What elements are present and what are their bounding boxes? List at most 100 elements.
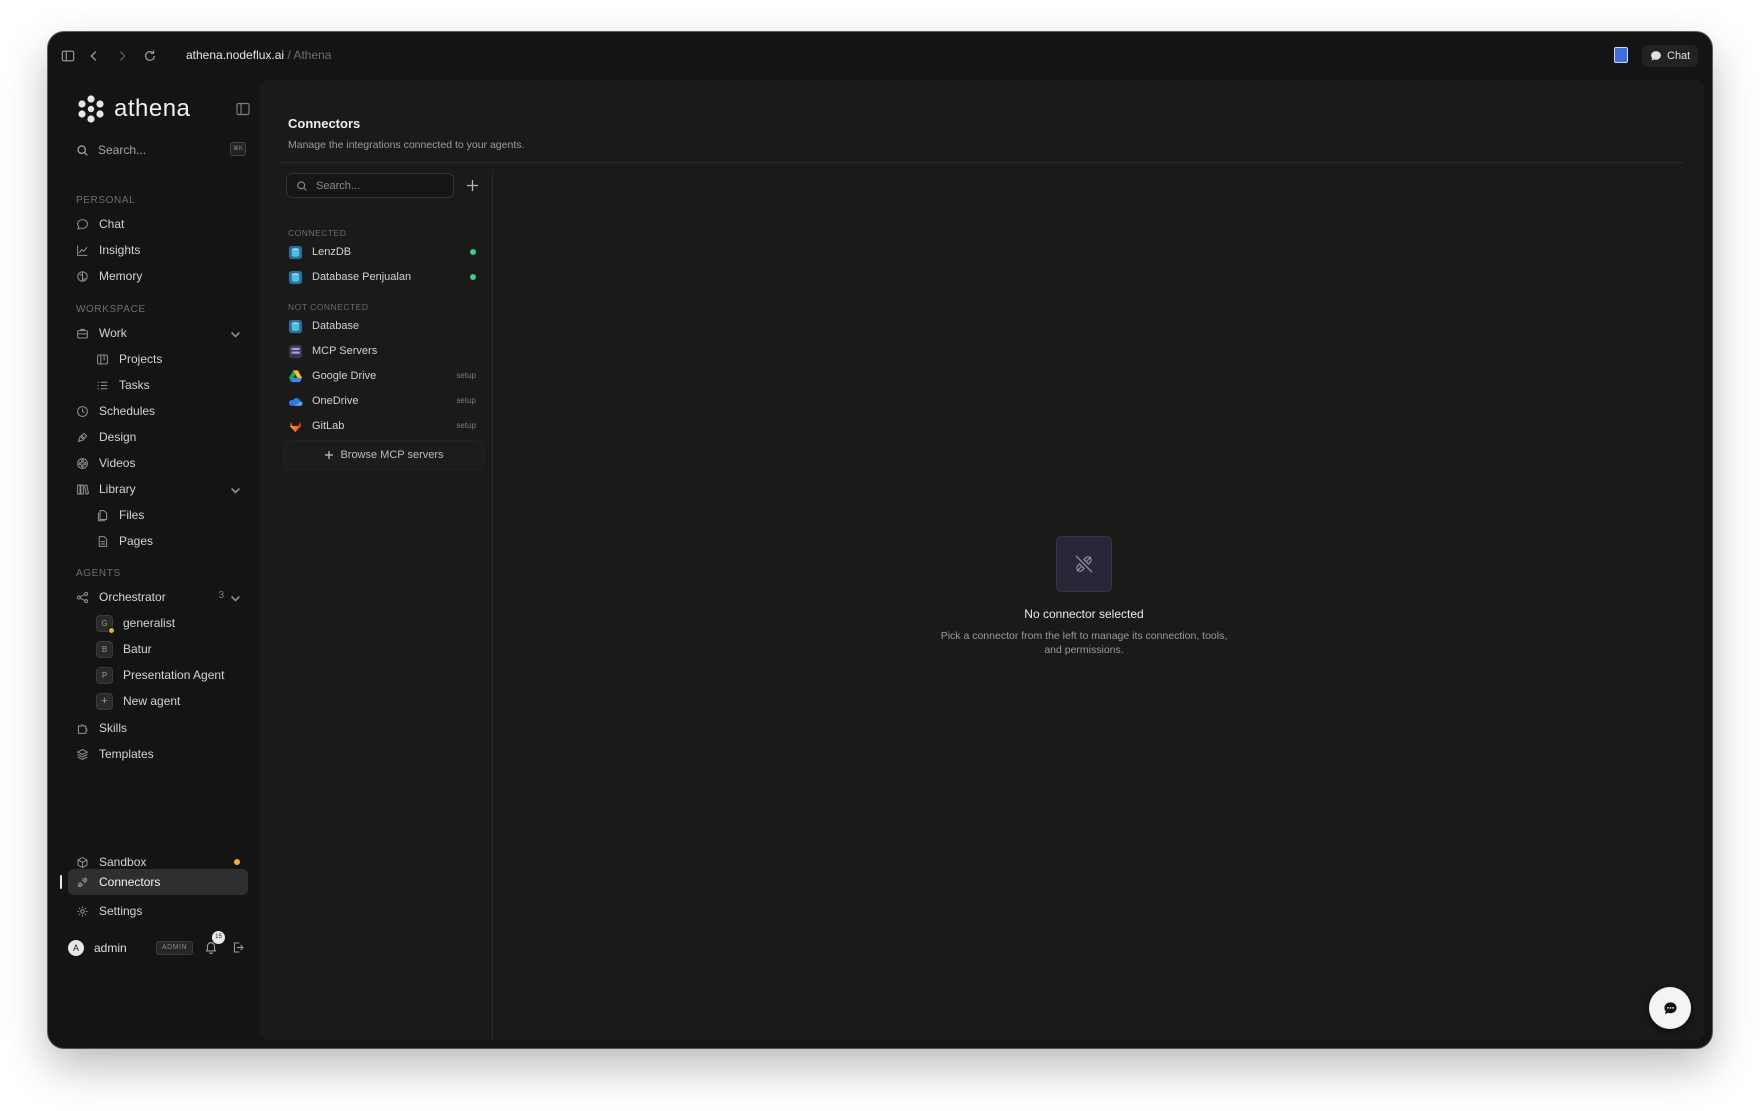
back-icon[interactable] (84, 46, 104, 66)
floating-chat-button[interactable] (1649, 987, 1691, 1029)
sidebar-item-label: Settings (99, 904, 143, 918)
empty-state-description: Pick a connector from the left to manage… (940, 630, 1228, 656)
notification-count: 15 (212, 931, 225, 944)
sidebar-item-label: Library (99, 482, 136, 496)
new-agent-label: New agent (123, 694, 181, 708)
library-icon (77, 483, 89, 495)
agent-status-dot (108, 626, 115, 634)
task-list-icon (97, 381, 108, 389)
network-icon (76, 591, 89, 603)
connector-item-gitlab[interactable]: GitLab setup (284, 414, 484, 438)
sidebar-item-chat[interactable]: Chat (68, 211, 248, 237)
sidebar-item-tasks[interactable]: Tasks (88, 372, 248, 398)
not-connected-section-label: NOT CONNECTED (288, 302, 369, 312)
connector-label: OneDrive (312, 395, 359, 407)
sidebar-item-pages[interactable]: Pages (88, 528, 248, 554)
connector-search-input[interactable]: Search... (286, 173, 454, 198)
extension-icon[interactable] (1614, 47, 1628, 63)
sidebar-search[interactable]: Search... ⌘K (76, 138, 246, 162)
agent-item-label: generalist (123, 616, 176, 630)
sidebar-item-library[interactable]: Library (68, 476, 248, 502)
agent-item-batur[interactable]: B Batur (88, 636, 248, 662)
connected-status-dot (470, 249, 476, 255)
new-agent-button[interactable]: + New agent (88, 688, 248, 714)
forward-icon[interactable] (112, 46, 132, 66)
gear-icon (77, 905, 88, 917)
sidebar-item-label: Videos (99, 456, 136, 470)
chat-bubble-icon (77, 218, 88, 230)
sidebar-item-connectors[interactable]: Connectors (68, 869, 248, 895)
agent-avatar: G (96, 614, 115, 634)
cube-icon (77, 856, 88, 868)
sidebar-toggle-icon[interactable] (58, 46, 78, 66)
setup-tag: setup (456, 421, 476, 430)
app-logo[interactable]: athena (76, 92, 190, 126)
sidebar-item-skills[interactable]: Skills (68, 715, 248, 741)
sidebar-item-videos[interactable]: Videos (68, 450, 248, 476)
sidebar-item-schedules[interactable]: Schedules (68, 398, 248, 424)
sidebar-search-placeholder: Search... (98, 143, 147, 157)
collapse-sidebar-icon[interactable] (235, 101, 251, 117)
agent-count-badge: 3 (218, 590, 224, 601)
connector-label: GitLab (312, 420, 345, 432)
browse-label: Browse MCP servers (340, 449, 444, 461)
sidebar-item-design[interactable]: Design (68, 424, 248, 450)
sidebar-item-files[interactable]: Files (88, 502, 248, 528)
add-connector-icon[interactable] (466, 179, 479, 192)
browser-chat-button[interactable]: Chat (1642, 45, 1699, 67)
film-reel-icon (77, 457, 88, 469)
browser-titlebar: athena.nodeflux.ai / Athena Chat (48, 32, 1712, 80)
agent-item-generalist[interactable]: G generalist (88, 610, 248, 636)
agent-item-label: Presentation Agent (123, 668, 225, 682)
sidebar-item-label: Chat (99, 217, 125, 231)
connector-label: Database (312, 320, 360, 332)
address-bar[interactable]: athena.nodeflux.ai / Athena (186, 48, 331, 62)
sidebar-item-orchestrator[interactable]: Orchestrator 3 (68, 584, 248, 610)
onedrive-icon (288, 397, 303, 406)
setup-tag: setup (456, 371, 476, 380)
connector-label: Google Drive (312, 370, 377, 382)
search-icon (297, 180, 307, 191)
chevron-down-icon[interactable] (229, 484, 242, 497)
setup-tag: setup (456, 396, 476, 405)
chevron-down-icon[interactable] (229, 328, 242, 341)
search-icon (77, 144, 88, 156)
connector-item-database-penjualan[interactable]: Database Penjualan (284, 265, 484, 289)
list-divider (492, 170, 493, 1040)
connector-item-mcp-servers[interactable]: MCP Servers (284, 339, 484, 363)
sidebar-item-work[interactable]: Work (68, 320, 248, 346)
sidebar-item-templates[interactable]: Templates (68, 741, 248, 767)
sidebar-item-projects[interactable]: Projects (88, 346, 248, 372)
agent-item-presentation-agent[interactable]: P Presentation Agent (88, 662, 248, 688)
agent-initial: G (101, 618, 108, 628)
empty-state-title: No connector selected (1024, 607, 1144, 621)
reload-icon[interactable] (140, 46, 160, 66)
connector-item-lenzdb[interactable]: LenzDB (284, 240, 484, 264)
sidebar-item-memory[interactable]: Memory (68, 263, 248, 289)
logout-icon[interactable] (232, 941, 245, 954)
agent-item-label: Batur (123, 642, 152, 656)
database-icon (288, 270, 303, 284)
page-subtitle: Manage the integrations connected to you… (288, 139, 525, 151)
app-name: athena (114, 95, 191, 122)
connector-item-google-drive[interactable]: Google Drive setup (284, 364, 484, 388)
briefcase-icon (77, 328, 88, 338)
avatar: A (68, 940, 84, 956)
sidebar-item-label: Projects (119, 352, 163, 366)
user-profile[interactable]: A admin ADMIN 15 (68, 931, 248, 960)
sidebar-item-label: Insights (99, 243, 141, 257)
browse-mcp-servers-button[interactable]: Browse MCP servers (284, 440, 484, 470)
chevron-down-icon[interactable] (229, 592, 242, 605)
sidebar-item-settings[interactable]: Settings (68, 898, 248, 924)
sidebar-item-label: Memory (99, 269, 143, 283)
gitlab-icon (289, 421, 302, 432)
sidebar-item-insights[interactable]: Insights (68, 237, 248, 263)
brain-icon (77, 270, 88, 282)
connector-item-database[interactable]: Database (284, 314, 484, 338)
section-label-agents: AGENTS (76, 568, 121, 579)
agent-initial: B (101, 644, 108, 654)
athena-logo-icon (78, 95, 104, 123)
connector-item-onedrive[interactable]: OneDrive setup (284, 389, 484, 413)
pen-tool-icon (77, 432, 88, 442)
connector-label: MCP Servers (312, 345, 378, 357)
